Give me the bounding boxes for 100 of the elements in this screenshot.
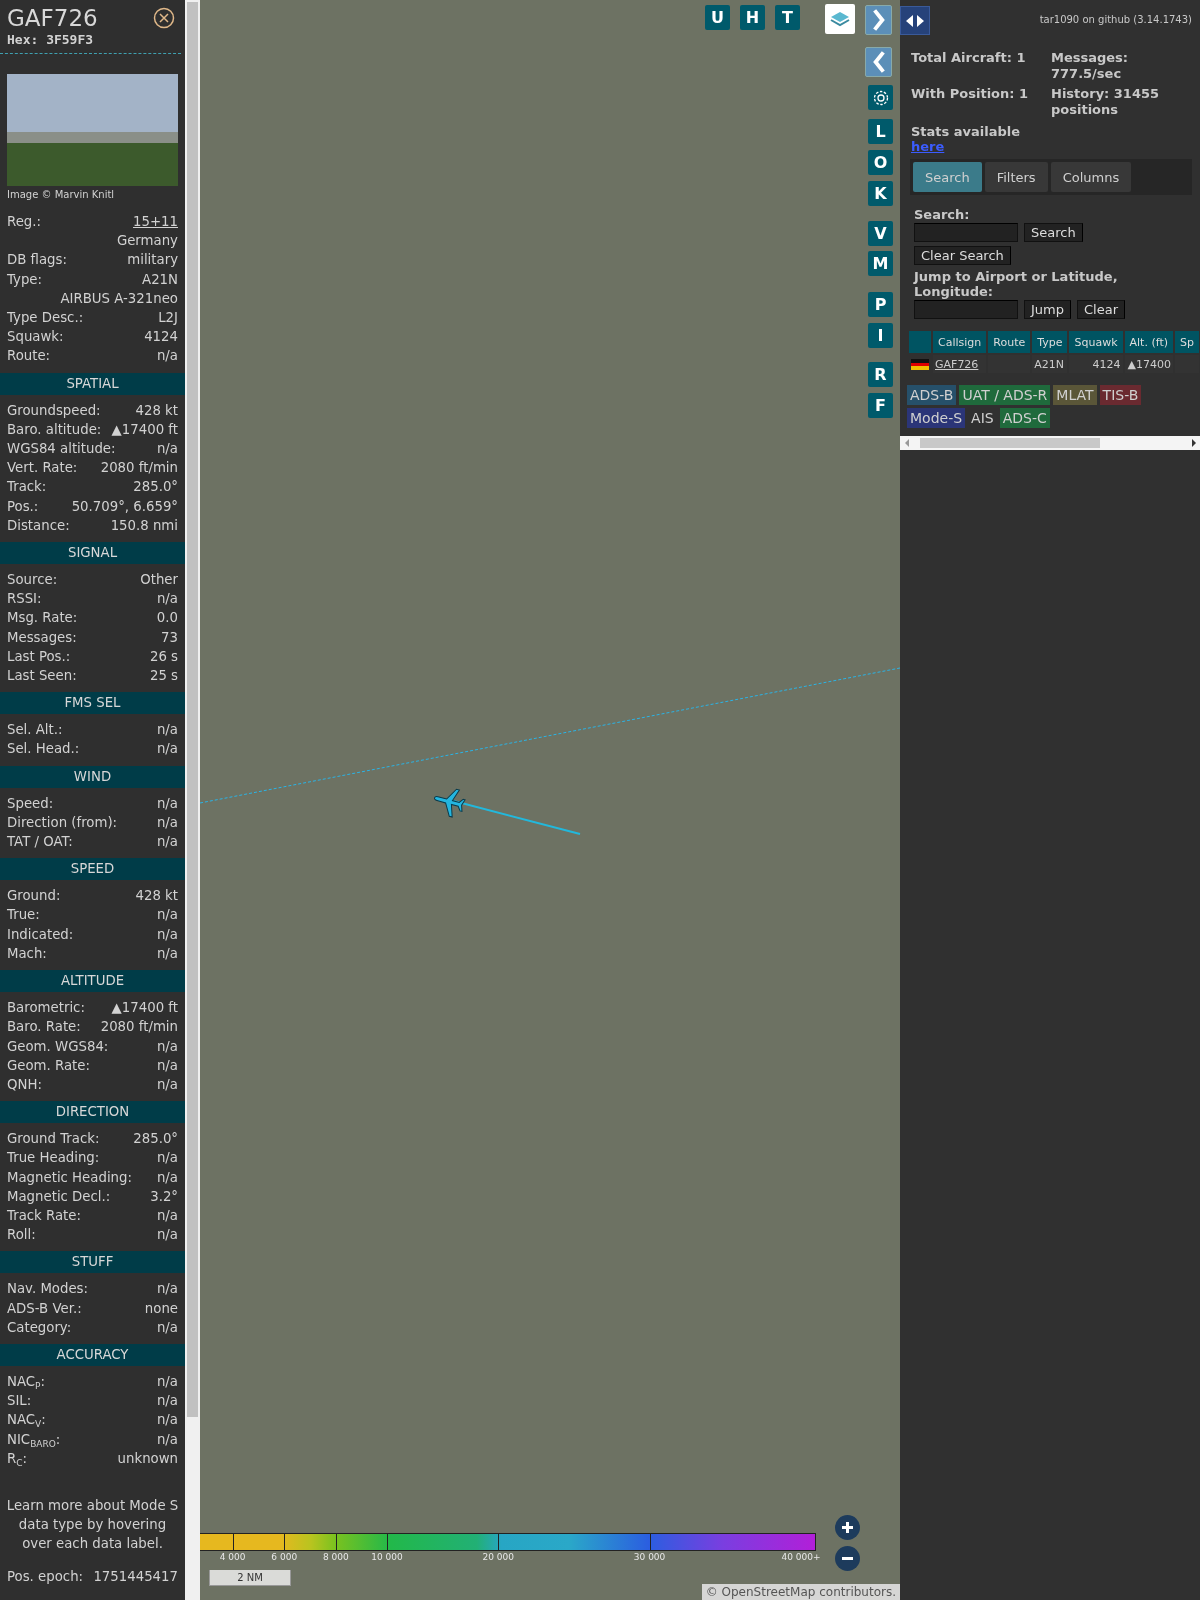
scale-bar: 2 NM [209, 1570, 291, 1586]
map-toggle-button[interactable]: H [740, 5, 765, 30]
registration-link[interactable]: 15+11 [133, 212, 178, 232]
search-label: Search: [913, 207, 971, 222]
column-header [909, 331, 931, 353]
stat-text: Total Aircraft: 1 [911, 50, 1027, 66]
clear-button[interactable]: Clear [1077, 300, 1125, 319]
jump-field[interactable] [914, 300, 1018, 319]
tab[interactable]: Columns [1050, 162, 1132, 192]
field-label: Distance: [7, 516, 70, 535]
scrollbar[interactable] [185, 0, 200, 1600]
field-value: ▲17400 ft [111, 999, 178, 1018]
field-label: WGS84 altitude: [7, 440, 116, 459]
field-value: n/a [156, 1037, 178, 1056]
section-header: STUFF [0, 1251, 185, 1274]
map-toggle-button[interactable]: U [705, 5, 730, 30]
section-header: DIRECTION [0, 1101, 185, 1124]
map-toggle-button[interactable]: P [868, 292, 893, 317]
map-toggle-button[interactable]: M [868, 251, 893, 276]
field-label: Magnetic Heading: [7, 1168, 132, 1187]
field-value: A21N [142, 270, 178, 289]
field-value: n/a [156, 590, 178, 609]
section-header: SPATIAL [0, 372, 185, 395]
section-header: WIND [0, 765, 185, 788]
map-toggle-button[interactable]: T [775, 5, 800, 30]
field-label: Barometric: [7, 999, 85, 1018]
map-toggle-button[interactable]: I [868, 323, 893, 348]
field-value: 4124 [144, 328, 178, 347]
tab[interactable]: Filters [984, 162, 1048, 192]
map-toggle-button[interactable]: K [868, 181, 893, 206]
flag-icon [911, 358, 929, 370]
field-label: NIC$_{BARO}$: [7, 1430, 61, 1449]
field-value: n/a [156, 1318, 178, 1337]
clear-search-button[interactable]: Clear Search [914, 246, 1011, 265]
field-label: Mach: [7, 944, 47, 963]
field-value: 73 [161, 628, 178, 647]
field-value: n/a [156, 1168, 178, 1187]
field-value: n/a [156, 833, 178, 852]
search-field[interactable] [914, 223, 1018, 242]
field-value: 150.8 nmi [110, 516, 178, 535]
field-value: Germany [116, 232, 178, 251]
field-label: Geom. WGS84: [7, 1037, 109, 1056]
field-label: Last Pos.: [7, 647, 71, 666]
callsign-link[interactable]: GAF726 [935, 357, 979, 371]
source-badge: ADS-B [907, 385, 957, 405]
map-toggle-button[interactable]: O [868, 150, 893, 175]
field-label: Indicated: [7, 925, 74, 944]
field-value: n/a [156, 1206, 178, 1225]
field-value: unknown [117, 1449, 178, 1468]
map-tile[interactable] [200, 0, 900, 1600]
column-header[interactable]: Callsign [933, 331, 987, 353]
field-label: Speed: [7, 794, 54, 813]
field-value: 3.2° [150, 1187, 178, 1206]
github-link[interactable]: tar1090 on github (3.14.1743) [1039, 14, 1192, 25]
arrows-icon [905, 12, 925, 29]
field-label: Last Seen: [7, 667, 77, 686]
column-header[interactable]: Type [1032, 331, 1068, 353]
field-label: Roll: [7, 1226, 36, 1245]
map-toggle-button[interactable]: V [868, 221, 893, 246]
field-value: 50.709°, 6.659° [71, 497, 178, 516]
field-value: n/a [156, 1372, 178, 1391]
field-value: n/a [156, 794, 178, 813]
field-value: n/a [156, 906, 178, 925]
altitude-label: 40 000+ [781, 1552, 821, 1562]
field-value: ▲17400 ft [111, 420, 178, 439]
search-button[interactable]: Search [1024, 223, 1083, 242]
field-label: TAT / OAT: [7, 833, 73, 852]
field-label: SIL: [7, 1392, 32, 1411]
field-value: Other [140, 571, 178, 590]
section-header: SIGNAL [0, 542, 185, 565]
panel-toggle-button[interactable] [900, 6, 930, 35]
altitude-label: 4 000 [219, 1552, 246, 1562]
field-label: Sel. Head.: [7, 740, 80, 759]
column-header[interactable]: Alt. (ft) [1124, 331, 1173, 353]
close-icon[interactable] [153, 7, 175, 29]
field-label: Nav. Modes: [7, 1280, 89, 1299]
settings-button[interactable] [868, 85, 893, 110]
field-value: n/a [156, 1226, 178, 1245]
left-arrow-icon [904, 439, 910, 447]
jump-button[interactable]: Jump [1024, 300, 1071, 319]
column-header[interactable]: Squawk [1069, 331, 1123, 353]
source-label: AIS [970, 409, 995, 428]
next-button[interactable] [865, 5, 892, 35]
horizontal-scrollbar[interactable] [900, 436, 1200, 450]
map-toggle-button[interactable]: L [868, 119, 893, 144]
field-label: Pos.: [7, 497, 39, 516]
field-value: 428 kt [135, 887, 178, 906]
column-header[interactable]: Route [988, 331, 1031, 353]
right-arrow-icon [1192, 439, 1196, 447]
source-badge: MLAT [1053, 385, 1097, 405]
hex-code: Hex: 3F59F3 [7, 32, 94, 47]
field-value: military [127, 251, 178, 270]
previous-button[interactable] [865, 47, 892, 77]
map-toggle-button[interactable]: F [868, 393, 893, 418]
column-header[interactable]: Sp [1175, 331, 1199, 353]
field-value: n/a [156, 813, 178, 832]
map-toggle-button[interactable]: R [868, 362, 893, 387]
help-note: Learn more about Mode S data type by hovering over each data label. [5, 1496, 180, 1553]
section-header: FMS SEL [0, 692, 185, 715]
layers-button[interactable] [825, 4, 855, 34]
